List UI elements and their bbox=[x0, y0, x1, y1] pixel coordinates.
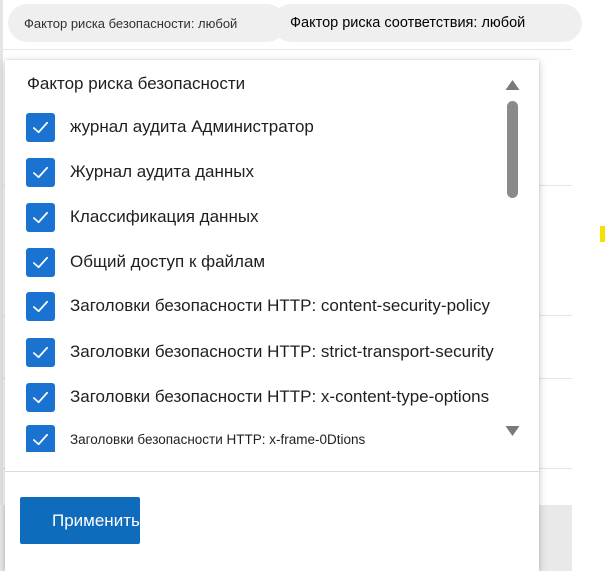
checkmark-icon bbox=[32, 433, 49, 445]
option-http-hsts[interactable]: Заголовки безопасности HTTP: strict-tran… bbox=[26, 337, 494, 367]
checkbox-checked[interactable] bbox=[26, 382, 55, 412]
option-label: Заголовки безопасности HTTP: x-content-t… bbox=[70, 387, 490, 406]
option-label: Заголовки безопасности HTTP: strict-tran… bbox=[70, 342, 494, 361]
checkbox-checked[interactable] bbox=[26, 337, 55, 367]
checkbox-checked[interactable] bbox=[26, 157, 55, 187]
checkbox-checked[interactable] bbox=[26, 291, 55, 321]
option-file-sharing[interactable]: Общий доступ к файлам bbox=[26, 247, 265, 277]
row-divider bbox=[0, 49, 572, 50]
scrollbar-thumb[interactable] bbox=[507, 101, 518, 198]
option-label: Общий доступ к файлам bbox=[70, 252, 266, 271]
option-label: журнал аудита Администратор bbox=[70, 117, 314, 136]
checkmark-icon bbox=[32, 300, 49, 312]
option-label: Заголовки безопасности HTTP: content-sec… bbox=[70, 296, 491, 315]
option-http-xfo[interactable]: Заголовки безопасности HTTP: x-frame-0Dt… bbox=[26, 424, 365, 452]
checkbox-checked[interactable] bbox=[26, 112, 55, 142]
option-data-classification[interactable]: Классификация данных bbox=[26, 202, 259, 232]
scroll-down-arrow-icon[interactable] bbox=[504, 424, 521, 438]
checkmark-icon bbox=[32, 346, 49, 358]
compliance-risk-filter-pill[interactable]: Фактор риска соответствия: любой bbox=[272, 4, 582, 42]
apply-button[interactable]: Применить bbox=[20, 497, 140, 544]
security-risk-filter-label: Фактор риска безопасности: любой bbox=[24, 15, 238, 31]
highlight-marker bbox=[600, 226, 605, 242]
option-label: Классификация данных bbox=[70, 207, 259, 226]
option-http-xcto[interactable]: Заголовки безопасности HTTP: x-content-t… bbox=[26, 382, 489, 412]
option-label: Журнал аудита данных bbox=[70, 162, 255, 181]
checkbox-checked[interactable] bbox=[26, 247, 55, 277]
option-list: Фактор риска безопасности журнал аудита … bbox=[5, 60, 505, 452]
option-data-audit-log[interactable]: Журнал аудита данных bbox=[26, 157, 254, 187]
checkmark-icon bbox=[32, 166, 49, 178]
option-admin-audit-log[interactable]: журнал аудита Администратор bbox=[26, 112, 314, 142]
checkmark-icon bbox=[32, 256, 49, 268]
checkbox-checked[interactable] bbox=[26, 202, 55, 232]
checkbox-checked[interactable] bbox=[26, 424, 55, 452]
checkmark-icon bbox=[32, 121, 49, 133]
security-risk-filter-popup: Фактор риска безопасности журнал аудита … bbox=[5, 60, 539, 571]
scroll-up-arrow-icon[interactable] bbox=[504, 78, 521, 92]
security-risk-filter-pill[interactable]: Фактор риска безопасности: любой bbox=[8, 4, 286, 42]
popup-title: Фактор риска безопасности bbox=[27, 74, 246, 93]
compliance-risk-filter-label: Фактор риска соответствия: любой bbox=[290, 15, 526, 31]
option-label: Заголовки безопасности HTTP: x-frame-0Dt… bbox=[70, 431, 366, 447]
checkmark-icon bbox=[32, 211, 49, 223]
checkmark-icon bbox=[32, 391, 49, 403]
option-http-csp[interactable]: Заголовки безопасности HTTP: content-sec… bbox=[26, 291, 490, 321]
left-edge bbox=[0, 0, 3, 571]
popup-divider bbox=[5, 471, 539, 472]
